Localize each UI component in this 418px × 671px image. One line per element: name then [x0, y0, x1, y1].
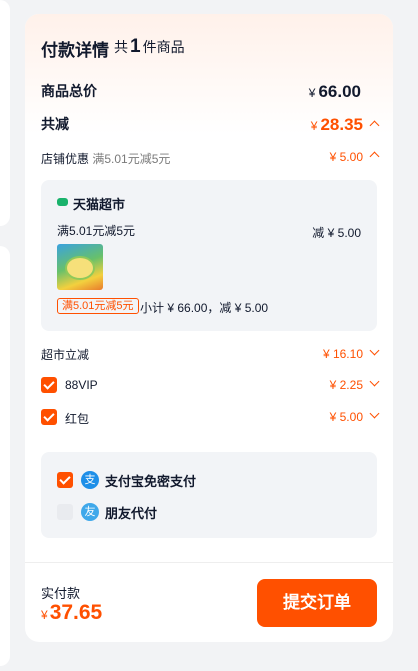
red-packet-checkbox[interactable] — [41, 409, 57, 425]
chevron-down-icon — [369, 376, 380, 387]
store-promo: 满5.01元减5元 — [57, 224, 136, 238]
alipay-label: 支付宝免密支付 — [105, 474, 197, 489]
store-promo-value: 减 ¥ 5.00 — [312, 226, 361, 240]
88vip-checkbox[interactable] — [41, 377, 57, 393]
chevron-down-icon — [369, 345, 380, 356]
market-discount-label: 超市立减 — [41, 348, 90, 362]
payment-details-card: 付款详情 共 1 件商品 商品总价 ¥66.00 共减 ¥28.35 店铺优惠 满5… — [25, 14, 393, 642]
item-count: 共 1 件商品 — [114, 36, 185, 57]
store-discount-toggle[interactable]: ¥ 5.00 — [330, 150, 380, 164]
friend-pay-icon: 友 — [81, 503, 99, 521]
friend-pay-label: 朋友代付 — [105, 506, 158, 521]
chevron-up-icon — [369, 120, 380, 131]
submit-order-button[interactable]: 提交订单 — [257, 579, 377, 627]
product-thumbnail[interactable] — [57, 244, 103, 290]
chevron-up-icon — [369, 151, 380, 162]
market-discount-toggle[interactable]: ¥ 16.10 — [323, 345, 380, 361]
divider — [25, 562, 393, 563]
store-discount-row: 店铺优惠 满5.01元减5元 — [41, 152, 171, 166]
page-title: 付款详情 — [41, 41, 109, 60]
paid-amount: ¥37.65 — [41, 601, 103, 624]
chevron-down-icon — [369, 408, 380, 419]
alipay-icon: 支 — [81, 471, 99, 489]
alipay-checkbox[interactable] — [57, 472, 73, 488]
88vip-label: 88VIP — [65, 378, 98, 392]
paid-label: 实付款 — [41, 586, 81, 601]
store-subtotal: 小计 ¥ 66.00，减 ¥ 5.00 — [140, 301, 269, 315]
friend-pay-checkbox[interactable] — [57, 504, 73, 520]
red-packet-toggle[interactable]: ¥ 5.00 — [330, 408, 380, 424]
total-price-value: ¥66.00 — [308, 82, 361, 101]
previous-card-edge — [0, 0, 10, 226]
red-packet-label: 红包 — [65, 412, 90, 426]
88vip-toggle[interactable]: ¥ 2.25 — [330, 376, 380, 392]
tmall-cat-icon — [57, 198, 68, 206]
payment-method-panel: 支 支付宝免密支付 友 朋友代付 — [41, 452, 377, 538]
store-name: 天猫超市 — [73, 197, 126, 212]
promo-tag: 满5.01元减5元 — [57, 298, 139, 314]
total-price-label: 商品总价 — [41, 83, 97, 99]
total-discount-label: 共减 — [41, 116, 69, 132]
store-panel: 天猫超市 满5.01元减5元 减 ¥ 5.00 满5.01元减5元 小计 ¥ 6… — [41, 180, 377, 331]
total-discount-toggle[interactable]: ¥28.35 — [311, 115, 380, 135]
previous-card-edge — [0, 246, 10, 666]
